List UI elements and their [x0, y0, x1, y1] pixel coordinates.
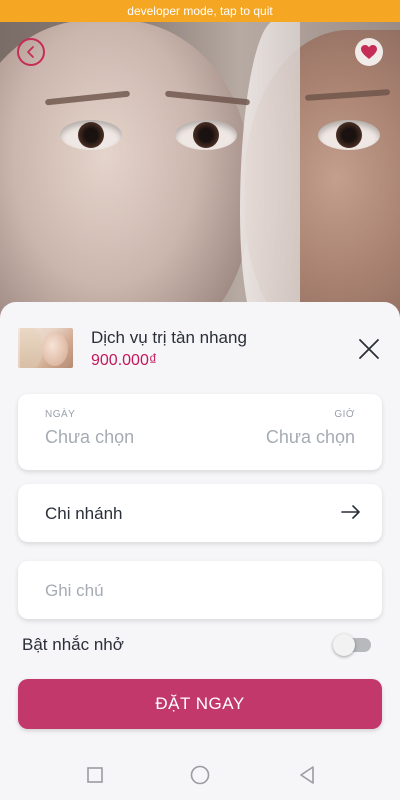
eye — [318, 120, 380, 150]
developer-mode-banner[interactable]: developer mode, tap to quit — [0, 0, 400, 22]
back-button[interactable] — [17, 38, 45, 66]
date-label: NGÀY — [45, 409, 76, 420]
favorite-button[interactable] — [355, 38, 383, 66]
circle-icon[interactable] — [189, 764, 211, 786]
service-price: 900.000₫ — [91, 352, 158, 369]
arrow-right-icon — [341, 505, 360, 519]
scarf-graphic — [240, 20, 300, 330]
eye — [175, 120, 237, 150]
face-left-graphic — [0, 20, 250, 330]
datetime-picker[interactable]: NGÀY GIỜ Chưa chọn Chưa chọn — [18, 394, 382, 470]
system-nav-bar — [0, 750, 400, 800]
triangle-back-icon[interactable] — [296, 764, 318, 786]
chevron-left-icon — [27, 46, 34, 58]
square-icon[interactable] — [84, 764, 106, 786]
eye — [60, 120, 122, 150]
time-label: GIỜ — [334, 409, 355, 420]
date-value[interactable]: Chưa chọn — [45, 427, 134, 448]
toggle-knob — [333, 634, 355, 656]
reminder-label: Bật nhắc nhở — [22, 635, 124, 654]
close-icon — [359, 339, 379, 359]
book-now-button[interactable]: ĐẶT NGAY — [18, 679, 382, 729]
heart-icon — [361, 45, 377, 59]
branch-selector[interactable]: Chi nhánh — [18, 484, 382, 542]
time-value[interactable]: Chưa chọn — [266, 427, 355, 448]
branch-label: Chi nhánh — [45, 504, 123, 523]
close-button[interactable] — [357, 337, 381, 361]
note-placeholder: Ghi chú — [45, 581, 104, 600]
service-name: Dịch vụ trị tàn nhang — [91, 328, 247, 347]
note-field[interactable]: Ghi chú — [18, 561, 382, 619]
service-summary: Dịch vụ trị tàn nhang 900.000₫ — [18, 328, 388, 372]
service-thumbnail — [18, 328, 73, 368]
hero-image — [0, 0, 400, 330]
reminder-toggle[interactable] — [333, 634, 371, 656]
